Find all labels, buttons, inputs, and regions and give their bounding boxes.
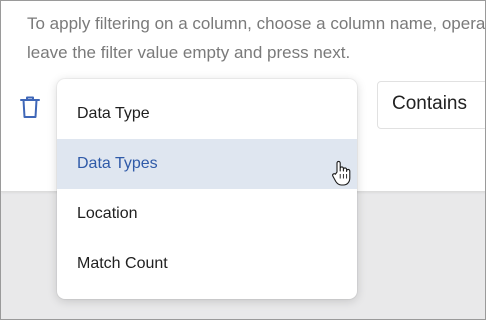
hand-pointer-icon: [331, 159, 353, 187]
menu-item-data-types[interactable]: Data Types: [57, 139, 357, 189]
screenshot-frame: To apply filtering on a column, choose a…: [0, 0, 486, 320]
column-dropdown-menu: Data Type Data Types Location Match Coun…: [57, 79, 357, 299]
filter-instructions: To apply filtering on a column, choose a…: [27, 9, 486, 67]
menu-item-data-type[interactable]: Data Type: [57, 89, 357, 139]
trash-icon[interactable]: [19, 95, 41, 119]
instructions-line-1: To apply filtering on a column, choose a…: [27, 14, 486, 33]
operator-select[interactable]: Contains: [377, 81, 485, 129]
menu-item-match-count[interactable]: Match Count: [57, 239, 357, 289]
instructions-line-2: leave the filter value empty and press n…: [27, 43, 351, 62]
menu-item-location[interactable]: Location: [57, 189, 357, 239]
